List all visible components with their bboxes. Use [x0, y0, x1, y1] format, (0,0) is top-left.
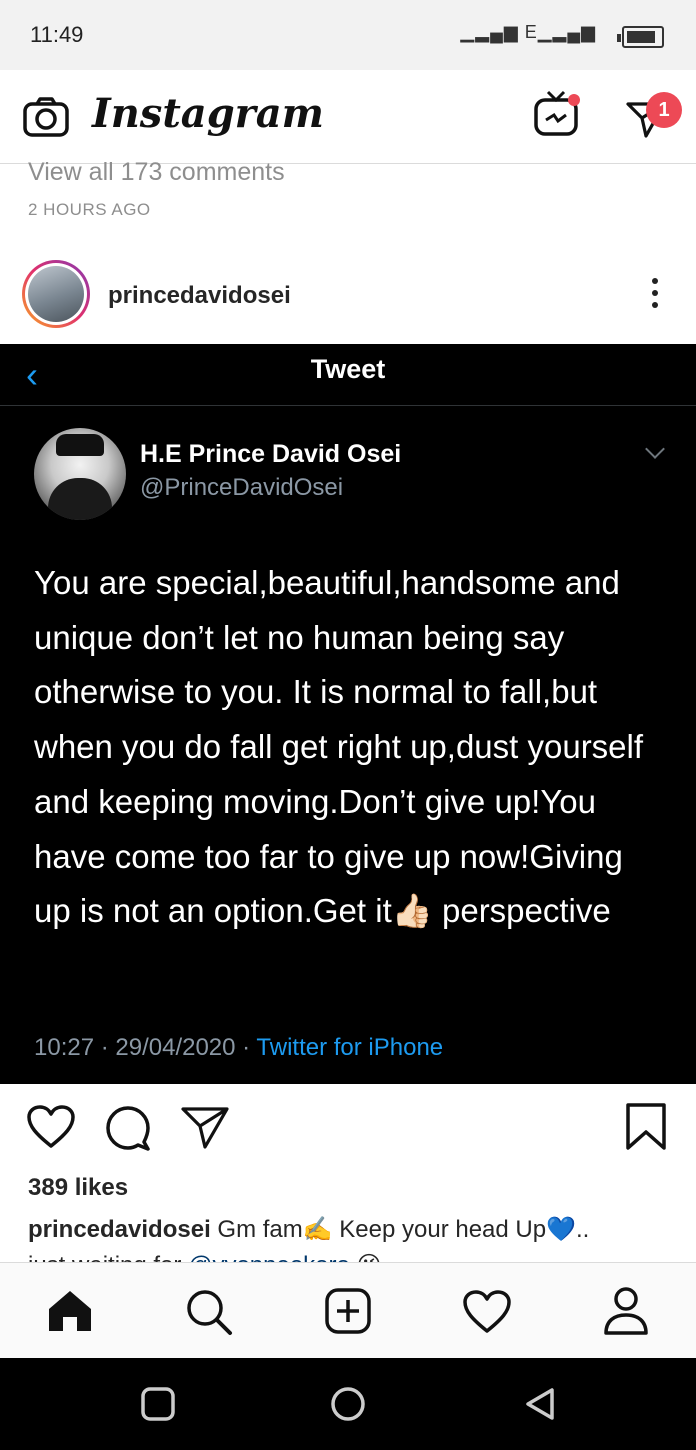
- likes-count[interactable]: 389 likes: [28, 1174, 128, 1202]
- tweet-source: Twitter for iPhone: [256, 1034, 444, 1061]
- tweet-time: 10:27 · 29/04/2020 ·: [34, 1034, 257, 1061]
- post-image-tweet: ‹ Tweet H.E Prince David Osei @PrinceDav…: [0, 344, 696, 1084]
- status-bar: 11:49 ▁▂▄▆ E▁▂▄▆: [0, 0, 696, 70]
- add-post-icon[interactable]: [324, 1287, 372, 1335]
- tweet-author-handle: @PrinceDavidOsei: [140, 474, 344, 501]
- status-time: 11:49: [30, 22, 84, 47]
- bookmark-icon[interactable]: [624, 1102, 668, 1152]
- post-actions: [0, 1084, 696, 1170]
- post-timestamp: 2 HOURS AGO: [28, 200, 151, 219]
- tweet-author-name: H.E Prince David Osei: [140, 440, 402, 468]
- post-username[interactable]: princedavidosei: [108, 282, 291, 310]
- igtv-icon[interactable]: [532, 88, 584, 140]
- back-triangle-icon[interactable]: [522, 1386, 558, 1422]
- app-header: Instagram 1: [0, 70, 696, 164]
- chevron-down-icon: [645, 439, 665, 459]
- direct-messages-button[interactable]: 1: [620, 84, 692, 144]
- tweet-bar-title: Tweet: [310, 354, 386, 384]
- camera-icon[interactable]: [22, 96, 70, 138]
- circle-nav-icon[interactable]: [330, 1386, 366, 1422]
- home-icon[interactable]: [46, 1287, 94, 1335]
- tweet-header: ‹ Tweet: [0, 344, 696, 406]
- tweet-text: You are special,beautiful,handsome and u…: [34, 564, 644, 930]
- battery-icon: [617, 26, 664, 48]
- square-nav-icon[interactable]: [140, 1386, 176, 1422]
- notification-badge: 1: [646, 92, 682, 128]
- caption-username[interactable]: princedavidosei: [28, 1216, 211, 1243]
- caption-text: Gm fam✍️ Keep your head Up💙..: [210, 1216, 590, 1243]
- system-navigation-bar: [0, 1358, 696, 1450]
- bottom-navigation: [0, 1262, 696, 1358]
- heart-icon[interactable]: [26, 1104, 76, 1150]
- avatar[interactable]: [22, 260, 90, 328]
- view-all-comments-link[interactable]: View all 173 comments: [28, 158, 285, 187]
- share-icon[interactable]: [180, 1104, 230, 1150]
- profile-icon[interactable]: [602, 1285, 650, 1337]
- tweet-author-avatar: [34, 428, 126, 520]
- app-title: Instagram: [92, 90, 324, 137]
- comment-icon[interactable]: [104, 1104, 152, 1152]
- signal-icon: ▁▂▄▆ E▁▂▄▆: [460, 22, 596, 42]
- network-type: E: [524, 22, 538, 42]
- activity-icon[interactable]: [462, 1289, 512, 1335]
- post-caption: princedavidosei Gm fam✍️ Keep your head …: [28, 1212, 678, 1264]
- search-icon[interactable]: [184, 1287, 234, 1337]
- post-header: princedavidosei: [0, 248, 696, 344]
- more-options-icon[interactable]: [652, 278, 660, 314]
- tweet-meta: 10:27 · 29/04/2020 · Twitter for iPhone: [34, 1034, 443, 1062]
